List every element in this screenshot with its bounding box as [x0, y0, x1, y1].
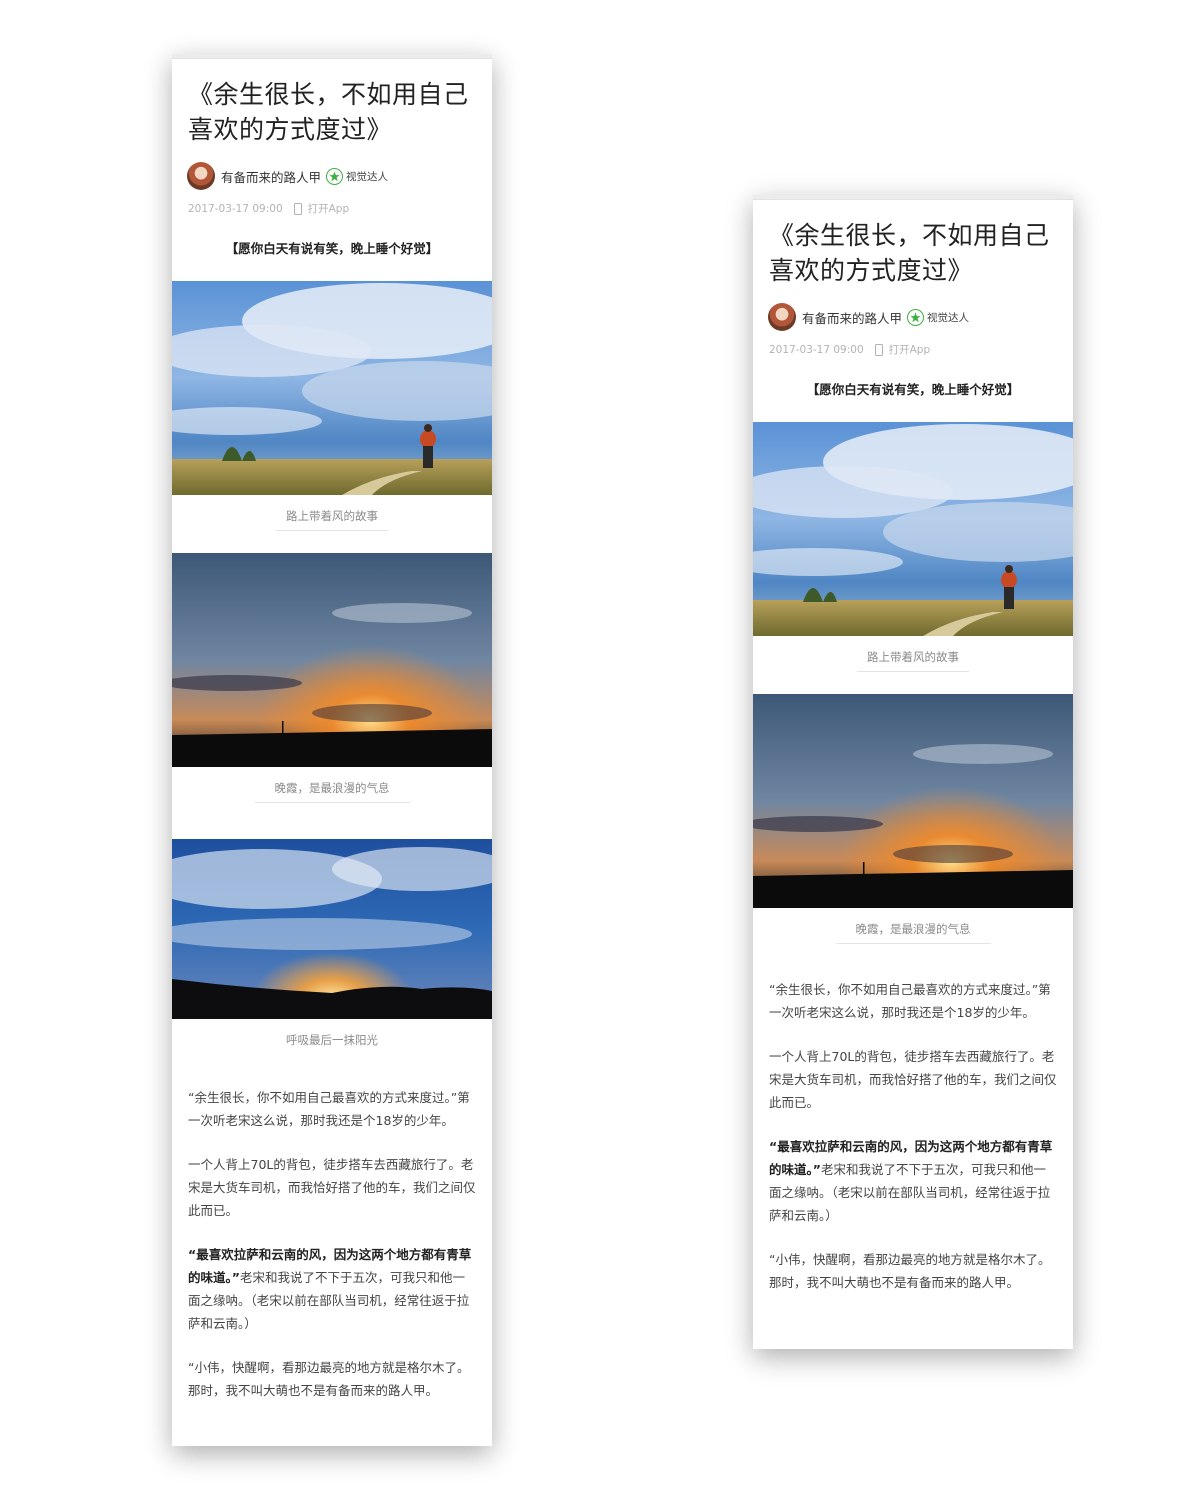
paragraph: 一个人背上70L的背包，徒步搭车去西藏旅行了。老宋是大货车司机，而我恰好搭了他的… [188, 1157, 476, 1218]
open-app-link[interactable]: 打开App [889, 342, 931, 357]
photo-sunset[interactable] [172, 553, 492, 767]
caption-wrap-3: 呼吸最后一抹阳光 [172, 1029, 492, 1054]
top-bar [172, 54, 492, 59]
intro-text: 【愿你白天有说有笑，晚上睡个好觉】 [806, 382, 1020, 397]
photo-prairie-walker[interactable] [753, 422, 1073, 636]
badge-label: 视觉达人 [346, 170, 389, 183]
open-app-link[interactable]: 打开App [308, 201, 350, 216]
article-title: 《余生很长，不如用自己 喜欢的方式度过》 [769, 218, 1057, 288]
article-page-right[interactable]: 《余生很长，不如用自己 喜欢的方式度过》 有备而来的路人甲 视觉达人 2017-… [753, 195, 1073, 1349]
publish-date: 2017-03-17 09:00 [188, 202, 283, 215]
caption-wrap-1: 路上带着风的故事 [172, 505, 492, 531]
photo-sunset[interactable] [753, 694, 1073, 908]
paragraph: “最喜欢拉萨和云南的风，因为这两个地方都有青草的味道。”老宋和我说了不下于五次，… [769, 1135, 1057, 1227]
author-row[interactable]: 有备而来的路人甲 视觉达人 [187, 161, 492, 191]
badge-label: 视觉达人 [927, 311, 970, 324]
paragraph: “最喜欢拉萨和云南的风，因为这两个地方都有青草的味道。”老宋和我说了不下于五次，… [188, 1243, 476, 1335]
author-name[interactable]: 有备而来的路人甲 [802, 308, 902, 327]
caption-wrap-2: 晚霞，是最浪漫的气息 [172, 777, 492, 803]
star-badge-icon [907, 308, 925, 326]
photo-caption: 晚霞，是最浪漫的气息 [835, 921, 991, 944]
article-page-left[interactable]: 《余生很长，不如用自己 喜欢的方式度过》 有备而来的路人甲 视觉达人 2017-… [172, 54, 492, 1446]
title-line-2: 喜欢的方式度过》 [188, 115, 393, 144]
article-title: 《余生很长，不如用自己 喜欢的方式度过》 [188, 77, 476, 147]
intro-text: 【愿你白天有说有笑，晚上睡个好觉】 [225, 241, 439, 256]
paragraph: “小伟，快醒啊，看那边最亮的地方就是格尔木了。那时，我不叫大萌也不是有备而来的路… [188, 1360, 470, 1398]
title-line-2: 喜欢的方式度过》 [769, 256, 974, 285]
paragraph: “小伟，快醒啊，看那边最亮的地方就是格尔木了。那时，我不叫大萌也不是有备而来的路… [769, 1252, 1051, 1290]
caption-wrap-1: 路上带着风的故事 [753, 646, 1073, 672]
paragraph: 一个人背上70L的背包，徒步搭车去西藏旅行了。老宋是大货车司机，而我恰好搭了他的… [769, 1049, 1057, 1110]
paragraph: “余生很长，你不如用自己最喜欢的方式来度过。”第一次听老宋这么说，那时我还是个1… [769, 982, 1051, 1020]
top-bar [753, 195, 1073, 200]
photo-caption: 路上带着风的故事 [857, 649, 969, 672]
publish-date: 2017-03-17 09:00 [769, 343, 864, 356]
phone-icon[interactable] [293, 202, 302, 215]
photo-caption: 路上带着风的故事 [276, 508, 388, 531]
title-line-1: 《余生很长，不如用自己 [769, 221, 1050, 250]
author-row[interactable]: 有备而来的路人甲 视觉达人 [768, 302, 1073, 332]
photo-caption: 呼吸最后一抹阳光 [286, 1033, 378, 1047]
title-line-1: 《余生很长，不如用自己 [188, 80, 469, 109]
meta-row: 2017-03-17 09:00 打开App [769, 342, 1073, 357]
photo-prairie-walker[interactable] [172, 281, 492, 495]
star-badge-icon [326, 167, 344, 185]
paragraph: “余生很长，你不如用自己最喜欢的方式来度过。”第一次听老宋这么说，那时我还是个1… [188, 1090, 470, 1128]
phone-icon[interactable] [874, 343, 883, 356]
photo-last-sunlight[interactable] [172, 839, 492, 1019]
photo-caption: 晚霞，是最浪漫的气息 [254, 780, 410, 803]
author-name[interactable]: 有备而来的路人甲 [221, 167, 321, 186]
meta-row: 2017-03-17 09:00 打开App [188, 201, 492, 216]
avatar[interactable] [187, 162, 215, 190]
caption-wrap-2: 晚霞，是最浪漫的气息 [753, 918, 1073, 944]
avatar[interactable] [768, 303, 796, 331]
